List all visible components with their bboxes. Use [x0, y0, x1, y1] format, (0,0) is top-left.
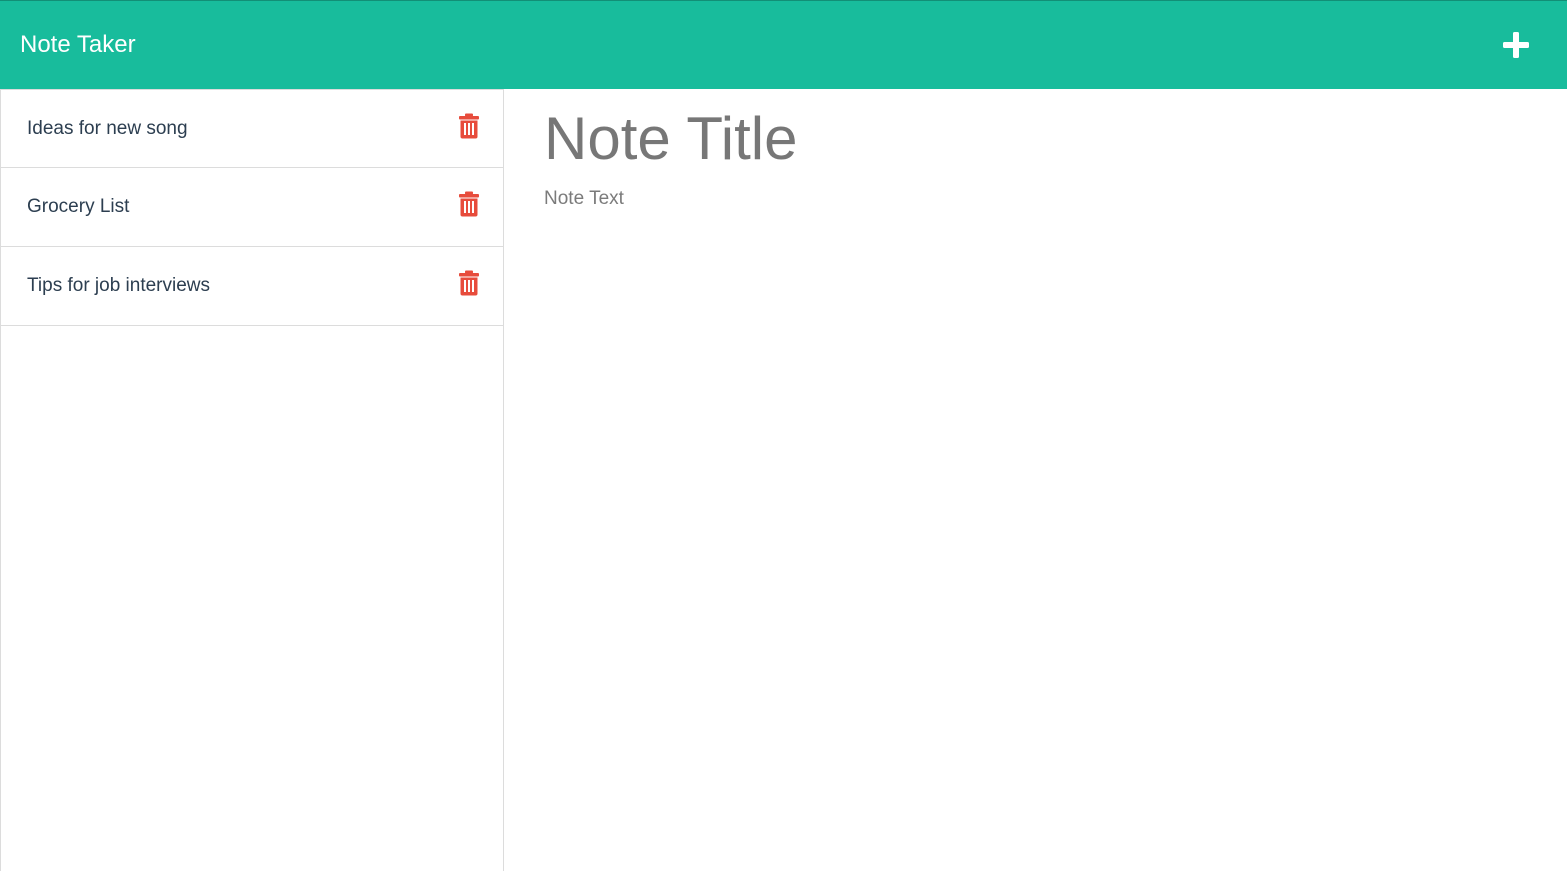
navbar: Note Taker: [0, 0, 1567, 89]
app-title[interactable]: Note Taker: [20, 29, 136, 61]
note-list-item[interactable]: Ideas for new song: [1, 89, 503, 168]
note-text-area[interactable]: [544, 187, 1524, 847]
note-title-input[interactable]: [544, 103, 1524, 173]
plus-icon: [1503, 32, 1529, 58]
note-item-title: Grocery List: [27, 196, 130, 217]
note-item-title: Ideas for new song: [27, 118, 188, 139]
note-list-item[interactable]: Tips for job interviews: [1, 247, 503, 326]
trash-icon[interactable]: [458, 113, 480, 139]
note-list: Ideas for new song Grocery List Tips for…: [1, 89, 503, 326]
note-item-title: Tips for job interviews: [27, 275, 211, 296]
trash-icon[interactable]: [458, 191, 480, 217]
note-editor: [504, 89, 1567, 871]
note-list-sidebar: Ideas for new song Grocery List Tips for…: [0, 89, 504, 871]
note-list-item[interactable]: Grocery List: [1, 168, 503, 247]
trash-icon[interactable]: [458, 270, 480, 296]
new-note-button[interactable]: [1500, 29, 1532, 61]
